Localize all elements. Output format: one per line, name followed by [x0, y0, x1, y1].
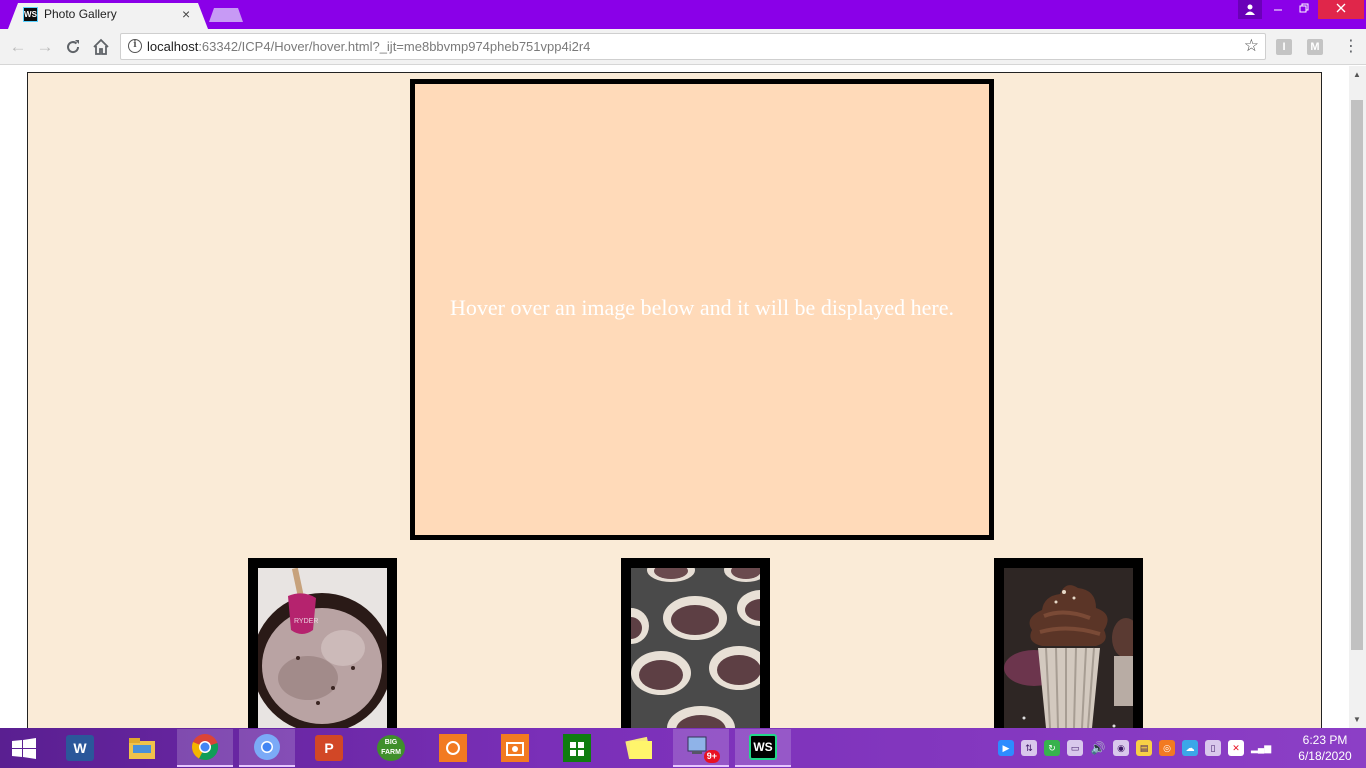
- restore-icon[interactable]: [1292, 0, 1316, 19]
- browser-toolbar: ← → i localhost:63342/ICP4/Hover/hover.h…: [0, 29, 1366, 65]
- sync-tray-icon[interactable]: ↻: [1044, 740, 1060, 756]
- word-icon: W: [66, 735, 94, 761]
- browser-title-bar: WS Photo Gallery ×: [0, 0, 1366, 29]
- url-text[interactable]: localhost:63342/ICP4/Hover/hover.html?_i…: [147, 39, 590, 54]
- page-scrollbar[interactable]: ▲ ▼: [1349, 66, 1366, 728]
- taskbar-store[interactable]: [549, 729, 605, 767]
- thumbnail-muffin-tin[interactable]: [621, 558, 770, 728]
- url-path: :63342/ICP4/Hover/hover.html?_ijt=me8bbv…: [198, 39, 591, 54]
- windows-start-icon[interactable]: [10, 738, 38, 760]
- volume-icon[interactable]: 🔊: [1090, 740, 1106, 756]
- camera-tray-icon[interactable]: ◉: [1113, 740, 1129, 756]
- taskbar-file-explorer[interactable]: [114, 729, 170, 767]
- system-tray: ▶ ⇅ ↻ ▭ 🔊 ◉ ▤ ◎ ☁ ▯ ✕ ▂▄▆: [998, 740, 1271, 756]
- taskbar-chrome[interactable]: [177, 729, 233, 767]
- windows-taskbar: W P BIG FARM 9+ WS ▶ ⇅ ↻ ▭ 🔊 ◉ ▤ ◎ ☁ ▯ ✕…: [0, 728, 1366, 768]
- thumbnail-batter[interactable]: RYDER: [248, 558, 397, 728]
- scroll-up-arrow-icon[interactable]: ▲: [1353, 70, 1361, 79]
- scroll-down-arrow-icon[interactable]: ▼: [1353, 715, 1361, 724]
- network-app-icon: 9+: [686, 733, 720, 763]
- svg-text:RYDER: RYDER: [294, 618, 318, 625]
- store-icon: [563, 734, 591, 762]
- taskbar-chrome-2[interactable]: [239, 729, 295, 767]
- clock-time: 6:23 PM: [1302, 733, 1348, 747]
- file-explorer-icon: [129, 738, 155, 759]
- window-close-icon[interactable]: [1318, 0, 1364, 19]
- clock-date: 6/18/2020: [1298, 749, 1352, 763]
- reload-icon[interactable]: [63, 37, 83, 57]
- powerpoint-icon: P: [315, 735, 343, 761]
- camera-app-icon: [501, 734, 529, 762]
- address-bar[interactable]: i localhost:63342/ICP4/Hover/hover.html?…: [120, 33, 1266, 60]
- taskbar-network-app[interactable]: 9+: [673, 729, 729, 767]
- home-icon[interactable]: [91, 37, 111, 57]
- user-profile-icon[interactable]: [1238, 0, 1262, 19]
- page-viewport: Hover over an image below and it will be…: [0, 66, 1366, 728]
- screenshot-tool-icon: [439, 734, 467, 762]
- tab-title[interactable]: Photo Gallery: [44, 7, 117, 21]
- sticky-notes-icon: [625, 736, 652, 760]
- big-farm-icon: BIG FARM: [377, 735, 405, 761]
- back-arrow-icon[interactable]: ←: [8, 37, 28, 57]
- taskbar-big-farm[interactable]: BIG FARM: [363, 729, 419, 767]
- taskbar-webstorm[interactable]: WS: [735, 729, 791, 767]
- disconnected-tray-icon[interactable]: ✕: [1228, 740, 1244, 756]
- notification-badge: 9+: [703, 750, 720, 763]
- zoom-tray-icon[interactable]: ▶: [998, 740, 1014, 756]
- thumbnail-cupcake[interactable]: [994, 558, 1143, 728]
- tab-close-icon[interactable]: ×: [182, 6, 190, 22]
- batter-bowl-image: RYDER: [258, 568, 387, 728]
- url-host: localhost: [147, 39, 199, 54]
- cupcake-image: [1004, 568, 1133, 728]
- bookmark-star-icon[interactable]: ☆: [1244, 36, 1259, 56]
- extension-m-icon[interactable]: M: [1307, 39, 1323, 55]
- screen-recorder-tray-icon[interactable]: ◎: [1159, 740, 1175, 756]
- extension-i-icon[interactable]: I: [1276, 39, 1292, 55]
- webstorm-icon: WS: [749, 734, 777, 760]
- new-tab-button[interactable]: [209, 8, 243, 22]
- browser-menu-icon[interactable]: ⋮: [1343, 37, 1359, 57]
- scroll-thumb[interactable]: [1351, 100, 1363, 650]
- taskbar-powerpoint[interactable]: P: [301, 729, 357, 767]
- taskbar-word[interactable]: W: [52, 729, 108, 767]
- chrome-icon-2: [254, 734, 280, 760]
- display-tray-icon[interactable]: ▭: [1067, 740, 1083, 756]
- muffin-tin-image: [631, 568, 760, 728]
- system-clock[interactable]: 6:23 PM 6/18/2020: [1290, 732, 1360, 764]
- forward-arrow-icon[interactable]: →: [35, 37, 55, 57]
- folder-tray-icon[interactable]: ▤: [1136, 740, 1152, 756]
- cloud-tray-icon[interactable]: ☁: [1182, 740, 1198, 756]
- minimize-icon[interactable]: [1266, 0, 1290, 19]
- signal-icon[interactable]: ▂▄▆: [1251, 740, 1271, 756]
- image-display-area: Hover over an image below and it will be…: [410, 79, 994, 540]
- site-info-icon[interactable]: i: [128, 39, 142, 53]
- device-tray-icon[interactable]: ▯: [1205, 740, 1221, 756]
- taskbar-camera-app[interactable]: [487, 729, 543, 767]
- display-placeholder-text: Hover over an image below and it will be…: [449, 294, 954, 320]
- taskbar-screenshot-tool[interactable]: [425, 729, 481, 767]
- network-tray-icon[interactable]: ⇅: [1021, 740, 1037, 756]
- chrome-icon: [192, 734, 219, 761]
- taskbar-sticky-notes[interactable]: [611, 729, 667, 767]
- webstorm-favicon-icon: WS: [23, 7, 38, 22]
